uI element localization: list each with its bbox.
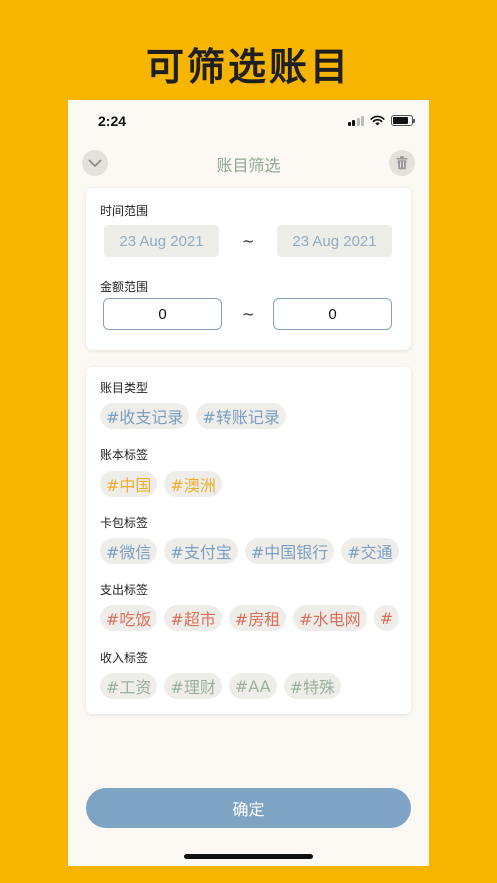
- status-time: 2:24: [98, 113, 127, 129]
- book-tags-label: 账本标签: [100, 448, 149, 462]
- promo-title: 可筛选账目: [145, 45, 351, 89]
- status-icons: [347, 115, 415, 126]
- max-amount-input[interactable]: 0: [273, 298, 392, 330]
- amount-range-label: 金额范围: [100, 280, 149, 294]
- card-tags: #微信 #支付宝 #中国银行 #交通: [100, 538, 399, 564]
- tag-filter-card: 账目类型 #收支记录 #转账记录 账本标签 #中国 #澳洲 卡包标签 #微信 #…: [86, 367, 411, 714]
- range-filter-card: 时间范围 23 Aug 2021 ~ 23 Aug 2021 金额范围 0 ~ …: [86, 188, 411, 350]
- card-tags-label: 卡包标签: [100, 516, 149, 530]
- tag-bank-of-communications[interactable]: #交通: [341, 538, 399, 564]
- tag-investment[interactable]: #理财: [164, 673, 222, 699]
- time-range-label: 时间范围: [100, 204, 149, 218]
- account-type-tags: #收支记录 #转账记录: [100, 403, 286, 429]
- income-tags: #工资 #理财 #AA #特殊: [100, 673, 342, 699]
- battery-icon: [391, 115, 415, 126]
- home-indicator[interactable]: [184, 854, 313, 859]
- tag-bank-of-china[interactable]: #中国银行: [244, 538, 335, 564]
- phone-screen: 2:24 账目筛选 时间范围 23 Aug 2021 ~ 23 Aug 2021…: [68, 100, 429, 866]
- end-date-picker[interactable]: 23 Aug 2021: [277, 225, 392, 257]
- start-date-picker[interactable]: 23 Aug 2021: [104, 225, 219, 257]
- tag-australia[interactable]: #澳洲: [164, 471, 222, 497]
- tag-more-expense[interactable]: #: [373, 605, 400, 631]
- tag-transfer-record[interactable]: #转账记录: [196, 403, 286, 429]
- wifi-icon: [370, 115, 385, 126]
- expense-tags-label: 支出标签: [100, 583, 149, 597]
- account-type-label: 账目类型: [100, 381, 149, 395]
- tag-alipay[interactable]: #支付宝: [164, 538, 238, 564]
- tag-rent[interactable]: #房租: [228, 605, 287, 631]
- expense-tags: #吃饭 #超市 #房租 #水电网 #: [100, 605, 400, 631]
- status-bar: 2:24: [68, 100, 429, 144]
- date-separator: ~: [242, 232, 255, 250]
- confirm-button[interactable]: 确定: [86, 788, 411, 828]
- tag-china[interactable]: #中国: [100, 471, 158, 497]
- tag-income-expense-record[interactable]: #收支记录: [100, 403, 190, 429]
- nav-bar: 账目筛选: [68, 146, 429, 178]
- book-tags: #中国 #澳洲: [100, 471, 222, 497]
- signal-icon: [347, 115, 364, 126]
- tag-aa[interactable]: #AA: [228, 673, 277, 699]
- income-tags-label: 收入标签: [100, 651, 149, 665]
- tag-supermarket[interactable]: #超市: [164, 605, 222, 631]
- page-title: 账目筛选: [216, 156, 281, 175]
- tag-special[interactable]: #特殊: [283, 673, 342, 699]
- tag-wechat[interactable]: #微信: [100, 538, 158, 564]
- min-amount-input[interactable]: 0: [103, 298, 222, 330]
- tag-salary[interactable]: #工资: [100, 673, 158, 699]
- delete-button[interactable]: [389, 150, 415, 176]
- tag-utilities[interactable]: #水电网: [293, 605, 367, 631]
- trash-icon: [396, 156, 408, 170]
- tag-dining[interactable]: #吃饭: [100, 605, 158, 631]
- amount-separator: ~: [242, 305, 255, 323]
